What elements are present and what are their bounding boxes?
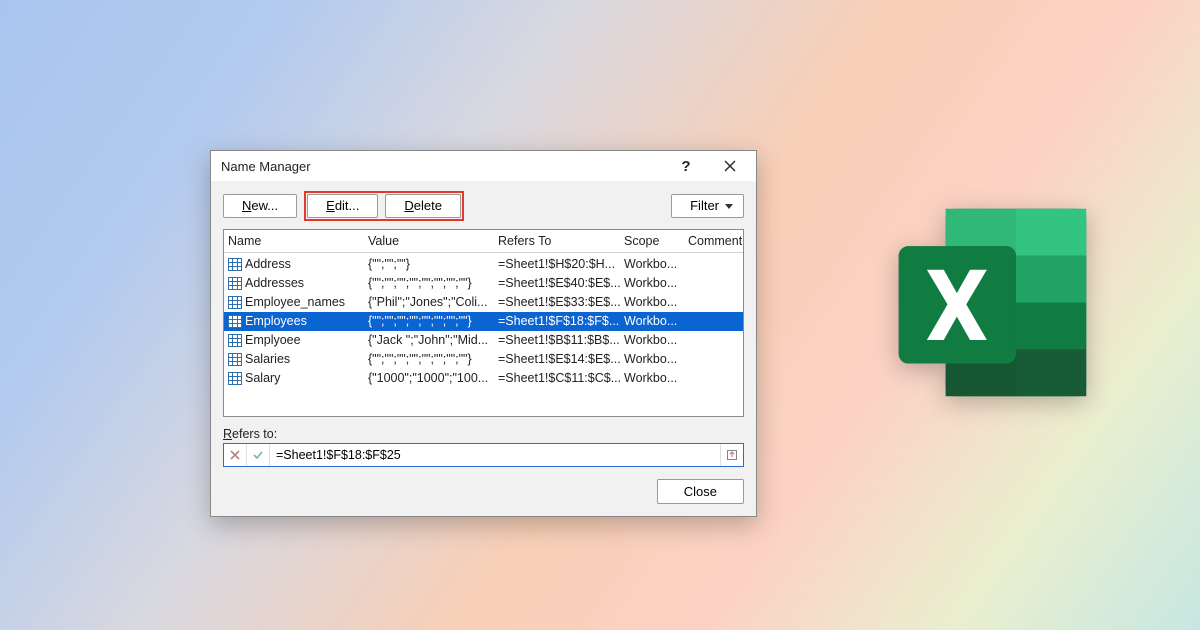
range-icon (228, 277, 242, 290)
row-refers: =Sheet1!$C$11:$C$... (498, 371, 624, 385)
x-icon (229, 449, 241, 461)
col-header-comment[interactable]: Comment (688, 234, 743, 248)
row-refers: =Sheet1!$E$33:$E$... (498, 295, 624, 309)
grid-row[interactable]: Emplyoee {"Jack ";"John";"Mid...=Sheet1!$… (224, 331, 743, 350)
range-icon (228, 334, 242, 347)
row-scope: Workbo... (624, 352, 688, 366)
row-scope: Workbo... (624, 314, 688, 328)
range-icon (228, 353, 242, 366)
grid-row[interactable]: Salaries {"";"";"";"";"";"";"";""}=Sheet1… (224, 350, 743, 369)
col-header-refers[interactable]: Refers To (498, 234, 624, 248)
row-scope: Workbo... (624, 257, 688, 271)
range-icon (228, 315, 242, 328)
edit-delete-highlight: Edit... Delete (304, 191, 464, 221)
grid-body: Address{"";"";""}=Sheet1!$H$20:$H...Work… (224, 253, 743, 416)
help-button[interactable]: ? (664, 151, 708, 181)
row-scope: Workbo... (624, 295, 688, 309)
dialog-footer: Close (223, 479, 744, 505)
range-icon (228, 372, 242, 385)
row-name: Address (245, 257, 291, 271)
names-grid: Name Value Refers To Scope Comment Addre… (223, 229, 744, 417)
grid-row[interactable]: Employee_names {"Phil";"Jones";"Coli...=S… (224, 293, 743, 312)
check-icon (252, 449, 264, 461)
dialog-titlebar: Name Manager ? (211, 151, 756, 181)
row-value: {"Jack ";"John";"Mid... (368, 333, 498, 347)
refers-to-input[interactable] (270, 444, 720, 466)
dialog-toolbar: New... Edit... Delete Filter (223, 191, 744, 221)
chevron-down-icon (725, 204, 733, 209)
row-value: {"1000";"1000";"100... (368, 371, 498, 385)
row-name: Employee_names (245, 295, 345, 309)
row-refers: =Sheet1!$E$14:$E$... (498, 352, 624, 366)
row-refers: =Sheet1!$F$18:$F$... (498, 314, 624, 328)
grid-header: Name Value Refers To Scope Comment (224, 230, 743, 253)
collapse-icon (726, 449, 738, 461)
row-value: {"";"";"";"";"";"";"";""} (368, 276, 498, 290)
col-header-name[interactable]: Name (228, 234, 368, 248)
grid-row[interactable]: Employees {"";"";"";"";"";"";"";""}=Sheet… (224, 312, 743, 331)
refers-to-label: Refers to: (223, 427, 744, 441)
range-icon (228, 296, 242, 309)
row-refers: =Sheet1!$B$11:$B$... (498, 333, 624, 347)
name-manager-dialog: Name Manager ? New... Edit... Delete Fil… (210, 150, 757, 517)
row-value: {"Phil";"Jones";"Coli... (368, 295, 498, 309)
close-button[interactable]: Close (657, 479, 744, 505)
row-value: {"";"";"";"";"";"";"";""} (368, 352, 498, 366)
row-refers: =Sheet1!$H$20:$H... (498, 257, 624, 271)
grid-row[interactable]: Salary {"1000";"1000";"100...=Sheet1!$C$1… (224, 369, 743, 388)
collapse-dialog-button[interactable] (720, 444, 743, 466)
filter-button[interactable]: Filter (671, 194, 744, 218)
dialog-body: New... Edit... Delete Filter Name Value … (211, 181, 756, 516)
range-icon (228, 258, 242, 271)
row-name: Employees (245, 314, 307, 328)
row-name: Emplyoee (245, 333, 301, 347)
grid-row[interactable]: Address {"";"";""}=Sheet1!$H$20:$H...Work… (224, 255, 743, 274)
confirm-edit-button[interactable] (247, 444, 270, 466)
grid-row[interactable]: Addresses {"";"";"";"";"";"";"";""}=Sheet… (224, 274, 743, 293)
refers-to-row (223, 443, 744, 467)
row-scope: Workbo... (624, 276, 688, 290)
row-name: Addresses (245, 276, 304, 290)
col-header-scope[interactable]: Scope (624, 234, 688, 248)
col-header-value[interactable]: Value (368, 234, 498, 248)
delete-button[interactable]: Delete (385, 194, 461, 218)
row-scope: Workbo... (624, 371, 688, 385)
row-name: Salaries (245, 352, 290, 366)
dialog-title: Name Manager (221, 159, 664, 174)
row-value: {"";"";"";"";"";"";"";""} (368, 314, 498, 328)
row-name: Salary (245, 371, 280, 385)
row-refers: =Sheet1!$E$40:$E$... (498, 276, 624, 290)
excel-logo (880, 190, 1105, 415)
cancel-edit-button[interactable] (224, 444, 247, 466)
close-window-button[interactable] (708, 151, 752, 181)
edit-button[interactable]: Edit... (307, 194, 378, 218)
row-scope: Workbo... (624, 333, 688, 347)
new-button[interactable]: New... (223, 194, 297, 218)
close-icon (724, 160, 736, 172)
row-value: {"";"";""} (368, 257, 498, 271)
